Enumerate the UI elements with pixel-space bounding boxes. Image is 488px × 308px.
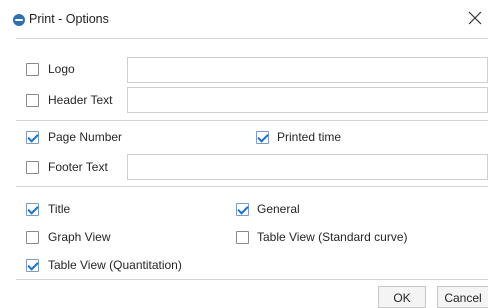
table-view-quant-label: Table View (Quantitation): [48, 258, 182, 272]
section-divider: [16, 120, 488, 121]
page-number-checkbox[interactable]: [26, 131, 39, 144]
graph-view-label: Graph View: [48, 230, 111, 244]
logo-checkbox[interactable]: [26, 63, 39, 76]
table-view-standard-label: Table View (Standard curve): [257, 230, 408, 244]
footer-text-label: Footer Text: [48, 160, 108, 174]
general-checkbox[interactable]: [236, 203, 249, 216]
printed-time-checkbox[interactable]: [256, 131, 269, 144]
graph-view-checkbox[interactable]: [26, 231, 39, 244]
cancel-button[interactable]: Cancel: [437, 286, 488, 308]
title-checkbox[interactable]: [26, 203, 39, 216]
header-text-label: Header Text: [48, 93, 113, 107]
printed-time-label: Printed time: [277, 130, 342, 144]
header-text-field[interactable]: [127, 87, 488, 113]
general-label: General: [257, 202, 300, 216]
close-icon: [468, 11, 482, 25]
section-divider: [16, 186, 488, 187]
title-bar: Print - Options: [0, 0, 488, 34]
footer-text-field[interactable]: [127, 154, 488, 180]
footer-text-checkbox[interactable]: [26, 161, 39, 174]
logo-label: Logo: [48, 62, 75, 76]
app-icon: [13, 14, 25, 26]
logo-field[interactable]: [127, 57, 488, 83]
table-view-quant-checkbox[interactable]: [26, 259, 39, 272]
window-title: Print - Options: [29, 12, 109, 26]
close-button[interactable]: [468, 11, 488, 31]
ok-button[interactable]: OK: [378, 286, 426, 308]
table-view-standard-checkbox[interactable]: [236, 231, 249, 244]
page-number-label: Page Number: [48, 130, 123, 144]
options-panel: Logo Header Text Page Number Printed tim…: [16, 38, 488, 280]
header-text-checkbox[interactable]: [26, 94, 39, 107]
title-option-label: Title: [48, 202, 71, 216]
